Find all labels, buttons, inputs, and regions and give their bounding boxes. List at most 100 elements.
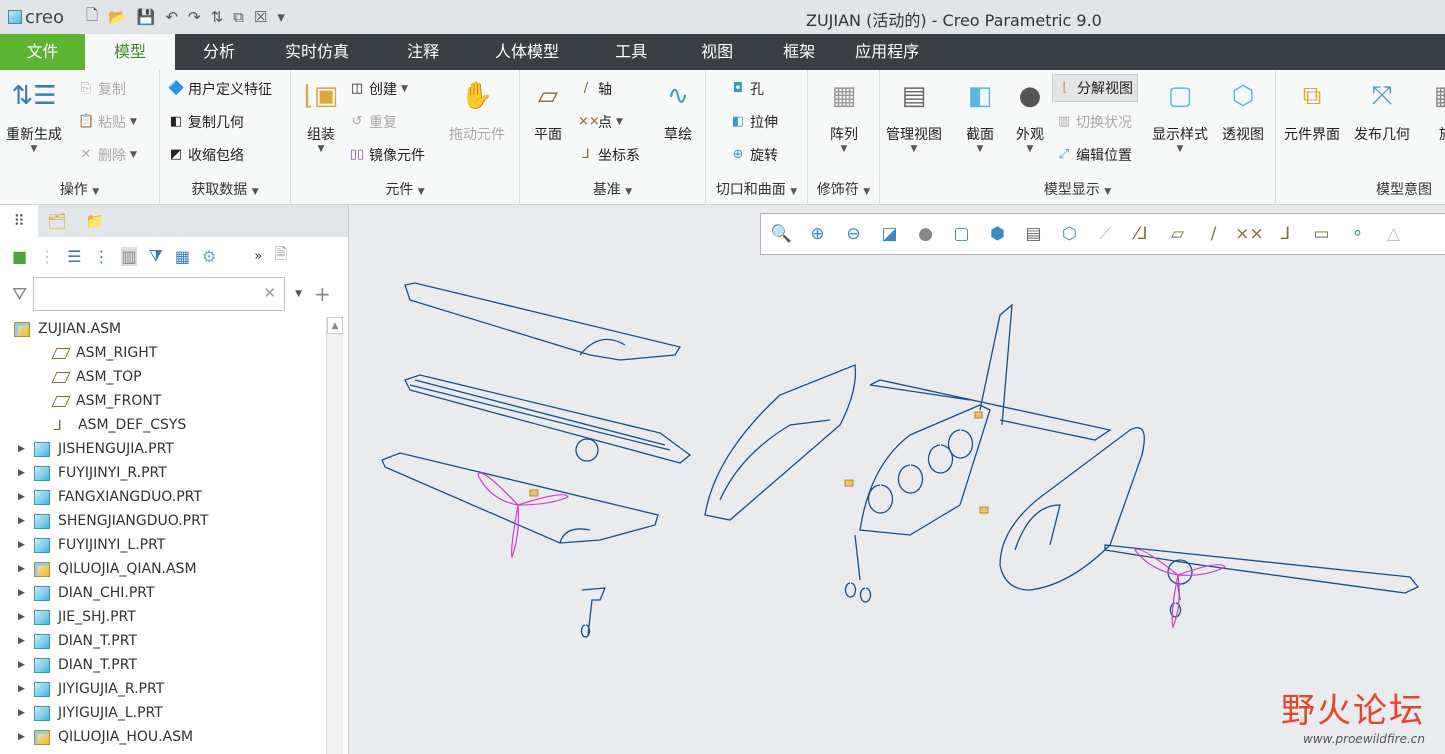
perspective-button[interactable]: ⬡ 透视图 — [1222, 76, 1264, 144]
collapse-all-icon[interactable]: ⋮ — [93, 247, 109, 266]
tree-item[interactable]: ASM_RIGHT — [0, 341, 326, 365]
tree-item[interactable]: ▶ JIE_SHJ.PRT — [0, 605, 326, 629]
repeat-button[interactable]: ↺ 重复 — [349, 112, 397, 132]
search-dropdown-icon[interactable]: ▼ — [295, 289, 302, 299]
hole-button[interactable]: ◘ 孔 — [730, 79, 764, 99]
expand-arrow-icon[interactable]: ▶ — [18, 612, 34, 622]
more-icon[interactable]: » — [254, 249, 262, 264]
expand-arrow-icon[interactable]: ▶ — [18, 588, 34, 598]
appearance-button[interactable]: ● 外观 ▼ — [1010, 76, 1050, 154]
point-button[interactable]: ×× 点 ▼ — [578, 112, 623, 132]
graphics-viewport[interactable]: 🔍 ⊕ ⊖ ◪ ● ▢ ⬢ ▤ ⬡ ⟋ ⁄⅃ ▱ / ×× ⅃ ▭ ⚬ △ 野火… — [350, 205, 1445, 754]
component-interface-button[interactable]: ⧉ 元件界面 — [1284, 76, 1340, 144]
open-icon[interactable]: 📂 — [108, 8, 127, 26]
pattern-button[interactable]: ▦ 阵列 ▼ — [824, 76, 864, 154]
regenerate-button[interactable]: ⇅☰ 重新生成 ▼ — [6, 76, 62, 154]
axis-button[interactable]: / 轴 — [578, 79, 612, 99]
tab-analysis[interactable]: 分析 — [175, 34, 263, 70]
mirror-component-button[interactable]: ▯▯ 镜像元件 — [349, 145, 425, 165]
family-table-button[interactable]: ▦族 — [1426, 76, 1445, 144]
folder-browser-tab-icon[interactable]: 🗂 — [38, 205, 76, 237]
tab-file[interactable]: 文件 — [0, 34, 85, 70]
expand-arrow-icon[interactable]: ▶ — [18, 516, 34, 526]
tree-columns-icon[interactable]: ▦ — [175, 247, 190, 266]
tab-tools[interactable]: 工具 — [595, 34, 683, 70]
toggle-status-button[interactable]: ▥ 切换状况 — [1056, 112, 1132, 132]
expand-arrow-icon[interactable]: ▶ — [18, 732, 34, 742]
expand-arrow-icon[interactable]: ▶ — [18, 564, 34, 574]
expand-arrow-icon[interactable]: ▶ — [18, 684, 34, 694]
columns-icon[interactable]: ▥ — [121, 246, 137, 266]
model-tree-tab-icon[interactable]: ⠿ — [0, 205, 38, 237]
regenerate-icon[interactable]: ⇅ — [211, 8, 224, 26]
group-label[interactable]: 模型显示 ▼ — [880, 179, 1275, 199]
tree-item[interactable]: ⅃ ASM_DEF_CSYS — [0, 413, 326, 437]
tab-manikin[interactable]: 人体模型 — [475, 34, 595, 70]
group-label[interactable]: 元件 ▼ — [291, 179, 519, 199]
group-label[interactable]: 操作 ▼ — [0, 179, 159, 199]
tree-item[interactable]: ZUJIAN.ASM — [0, 317, 326, 341]
copy-button[interactable]: ⎘ 复制 — [78, 79, 126, 99]
manage-views-button[interactable]: ▤ 管理视图 ▼ — [886, 76, 942, 154]
expand-arrow-icon[interactable]: ▶ — [18, 492, 34, 502]
add-icon[interactable]: + — [314, 282, 331, 306]
copy-geometry-button[interactable]: ◧ 复制几何 — [168, 112, 244, 132]
model-cube-icon[interactable]: ■ — [12, 247, 27, 266]
expand-arrow-icon[interactable]: ▶ — [18, 468, 34, 478]
tab-annotate[interactable]: 注释 — [377, 34, 475, 70]
shrinkwrap-button[interactable]: ◩ 收缩包络 — [168, 145, 244, 165]
plane-button[interactable]: ▱ 平面 — [528, 76, 568, 144]
expand-arrow-icon[interactable]: ▶ — [18, 444, 34, 454]
tree-scrollbar[interactable]: ▲ — [326, 317, 343, 754]
tab-view[interactable]: 视图 — [683, 34, 773, 70]
tree-item[interactable]: ASM_TOP — [0, 365, 326, 389]
revolve-button[interactable]: ⊕ 旋转 — [730, 145, 778, 165]
edit-position-button[interactable]: ⤢ 编辑位置 — [1056, 145, 1132, 165]
tree-item[interactable]: ▶ JIYIGUJIA_L.PRT — [0, 701, 326, 725]
expand-arrow-icon[interactable]: ▶ — [18, 708, 34, 718]
tab-model[interactable]: 模型 — [85, 34, 175, 70]
customize-icon[interactable]: ▾ — [277, 8, 285, 26]
explode-view-button[interactable]: ⌊ 分解视图 — [1052, 74, 1138, 102]
new-icon[interactable]: 🗋 — [86, 5, 98, 30]
tab-applications[interactable]: 应用程序 — [855, 34, 941, 70]
tab-simulation[interactable]: 实时仿真 — [263, 34, 377, 70]
tree-item[interactable]: ▶ FUYIJINYI_R.PRT — [0, 461, 326, 485]
save-icon[interactable]: 💾 — [137, 8, 156, 26]
undo-icon[interactable]: ↶ — [165, 8, 178, 26]
tree-item[interactable]: ▶ FANGXIANGDUO.PRT — [0, 485, 326, 509]
redo-icon[interactable]: ↷ — [188, 8, 201, 26]
tree-item[interactable]: ▶ SHENGJIANGDUO.PRT — [0, 509, 326, 533]
paste-button[interactable]: 📋 粘贴 ▼ — [78, 112, 137, 132]
close-window-icon[interactable]: ☒ — [254, 8, 267, 26]
clear-icon[interactable]: ✕ — [264, 284, 277, 302]
tree-item[interactable]: ▶ JISHENGUJIA.PRT — [0, 437, 326, 461]
tree-item[interactable]: ▶ JIYIGUJIA_R.PRT — [0, 677, 326, 701]
favorites-tab-icon[interactable]: 📁 — [76, 205, 114, 237]
assemble-button[interactable]: ⌊▣ 组装 ▼ — [301, 76, 341, 154]
extrude-button[interactable]: ◧ 拉伸 — [730, 112, 778, 132]
delete-button[interactable]: ✕ 删除 ▼ — [78, 145, 137, 165]
search-input[interactable]: ✕ — [33, 277, 286, 311]
tree-item[interactable]: ▶ DIAN_T.PRT — [0, 653, 326, 677]
group-label[interactable]: 基准 ▼ — [520, 179, 705, 199]
sketch-button[interactable]: ∿ 草绘 — [658, 76, 698, 144]
drag-components-button[interactable]: ✋ 拖动元件 — [449, 76, 505, 144]
tree-item[interactable]: ▶ DIAN_T.PRT — [0, 629, 326, 653]
expand-arrow-icon[interactable]: ▶ — [18, 540, 34, 550]
udf-button[interactable]: 🔷 用户定义特征 — [168, 79, 272, 99]
settings-gear-icon[interactable]: ⚙ — [202, 247, 216, 266]
tree-item[interactable]: ▶ QILUOJIA_QIAN.ASM — [0, 557, 326, 581]
section-button[interactable]: ◧ 截面 ▼ — [960, 76, 1000, 154]
group-label[interactable]: 修饰符 ▼ — [808, 179, 879, 199]
publish-geometry-button[interactable]: ⤧ 发布几何 — [1354, 76, 1410, 144]
windows-icon[interactable]: ⧉ — [233, 8, 244, 26]
create-button[interactable]: ◫ 创建 ▼ — [349, 79, 408, 99]
tree-item[interactable]: ▶ DIAN_CHI.PRT — [0, 581, 326, 605]
display-style-button[interactable]: ▢ 显示样式 ▼ — [1152, 76, 1208, 154]
tree-item[interactable]: ASM_FRONT — [0, 389, 326, 413]
expand-arrow-icon[interactable]: ▶ — [18, 636, 34, 646]
tree-item[interactable]: ▶ FUYIJINYI_L.PRT — [0, 533, 326, 557]
show-icon[interactable]: 🗎 — [274, 243, 287, 270]
tree-item[interactable]: ▶ QILUOJIA_HOU.ASM — [0, 725, 326, 749]
